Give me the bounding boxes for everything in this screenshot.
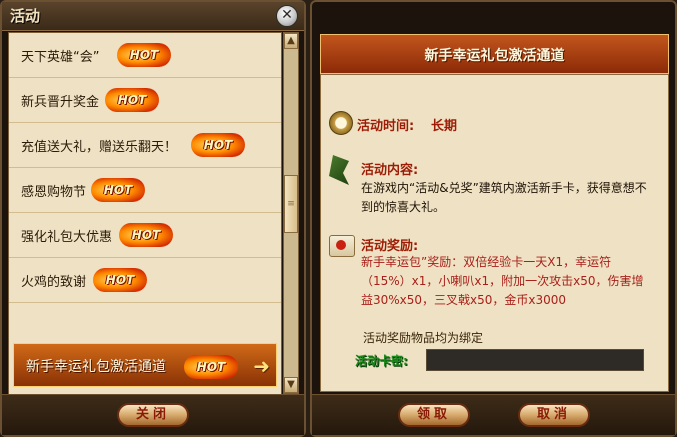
activity-item-label: 充值送大礼，赠送乐翻天！ (21, 140, 178, 155)
hot-badge-icon: HOT (191, 133, 245, 157)
right-panel-footer: 领取 取消 (312, 394, 675, 435)
activity-list-item[interactable]: 感恩购物节 HOT (9, 168, 281, 213)
cancel-button[interactable]: 取消 (518, 403, 590, 427)
content-label: 活动内容: (361, 163, 419, 178)
arrow-right-icon: ➜ (253, 354, 270, 378)
left-panel-header: 活动 ✕ (2, 2, 304, 31)
content-text: 在游戏内“活动&兑奖”建筑内激活新手卡，获得意想不到的惊喜大礼。 (361, 181, 647, 214)
reward-text: 新手幸运包”奖励：双倍经验卡一天X1，幸运符（15%）x1，小喇叭x1，附加一次… (361, 255, 644, 307)
time-label: 活动时间: (357, 119, 415, 134)
detail-title: 新手幸运礼包激活通道 (424, 48, 565, 64)
hot-badge-icon: HOT (117, 43, 171, 67)
activity-detail-panel: 新手幸运礼包激活通道 活动时间: 长期 活动内容: 在游戏内“活动&兑奖”建筑内… (310, 0, 677, 437)
activity-list-item[interactable]: 火鸡的致谢 HOT (9, 258, 281, 303)
scroll-up-button[interactable]: ▲ (284, 33, 298, 49)
activity-list-panel: 活动 ✕ 天下英雄“会” HOT 新兵晋升奖金 HOT 充值送大礼，赠送乐翻天！… (0, 0, 306, 437)
time-value: 长期 (431, 119, 458, 134)
activity-item-label: 天下英雄“会” (21, 50, 100, 65)
left-panel-footer: 关闭 (2, 394, 304, 435)
activity-list-item[interactable]: 新兵晋升奖金 HOT (9, 78, 281, 123)
activity-item-label: 新兵晋升奖金 (21, 95, 100, 110)
activity-item-label: 新手幸运礼包激活通道 (26, 359, 166, 375)
activity-list-item[interactable]: 强化礼包大优惠 HOT (9, 213, 281, 258)
hot-badge-icon: HOT (93, 268, 147, 292)
detail-content: 活动时间: 长期 活动内容: 在游戏内“活动&兑奖”建筑内激活新手卡，获得意想不… (320, 74, 669, 392)
activity-list-item-selected[interactable]: 新手幸运礼包激活通道 HOT ➜ (13, 343, 277, 387)
activity-list-item[interactable]: 充值送大礼，赠送乐翻天！ HOT (9, 123, 281, 168)
card-code-label: 活动卡密: (355, 354, 408, 368)
scroll-thumb[interactable]: ≡ (284, 175, 298, 233)
hot-badge-icon: HOT (119, 223, 173, 247)
hot-badge-icon: HOT (105, 88, 159, 112)
close-button[interactable]: 关闭 (117, 403, 189, 427)
activity-list-item[interactable]: 天下英雄“会” HOT (9, 33, 281, 78)
panel-title: 活动 (10, 7, 41, 25)
stopwatch-icon (329, 111, 353, 135)
activity-item-label: 强化礼包大优惠 (21, 230, 113, 245)
close-icon[interactable]: ✕ (276, 5, 298, 27)
detail-banner: 新手幸运礼包激活通道 (320, 34, 669, 74)
hot-badge-icon: HOT (184, 355, 238, 379)
activity-item-label: 感恩购物节 (21, 185, 87, 200)
hot-badge-icon: HOT (91, 178, 145, 202)
reward-label: 活动奖励: (361, 239, 419, 254)
list-scrollbar[interactable]: ▲ ≡ ▼ (283, 32, 299, 394)
claim-button[interactable]: 领取 (398, 403, 470, 427)
binding-note: 活动奖励物品均为绑定 (363, 331, 484, 345)
activity-item-label: 火鸡的致谢 (21, 275, 87, 290)
scroll-down-button[interactable]: ▼ (284, 377, 298, 393)
card-code-input[interactable] (426, 349, 644, 371)
activity-list: 天下英雄“会” HOT 新兵晋升奖金 HOT 充值送大礼，赠送乐翻天！ HOT … (8, 32, 282, 396)
reward-scroll-icon (329, 235, 355, 257)
flag-icon (329, 155, 349, 185)
